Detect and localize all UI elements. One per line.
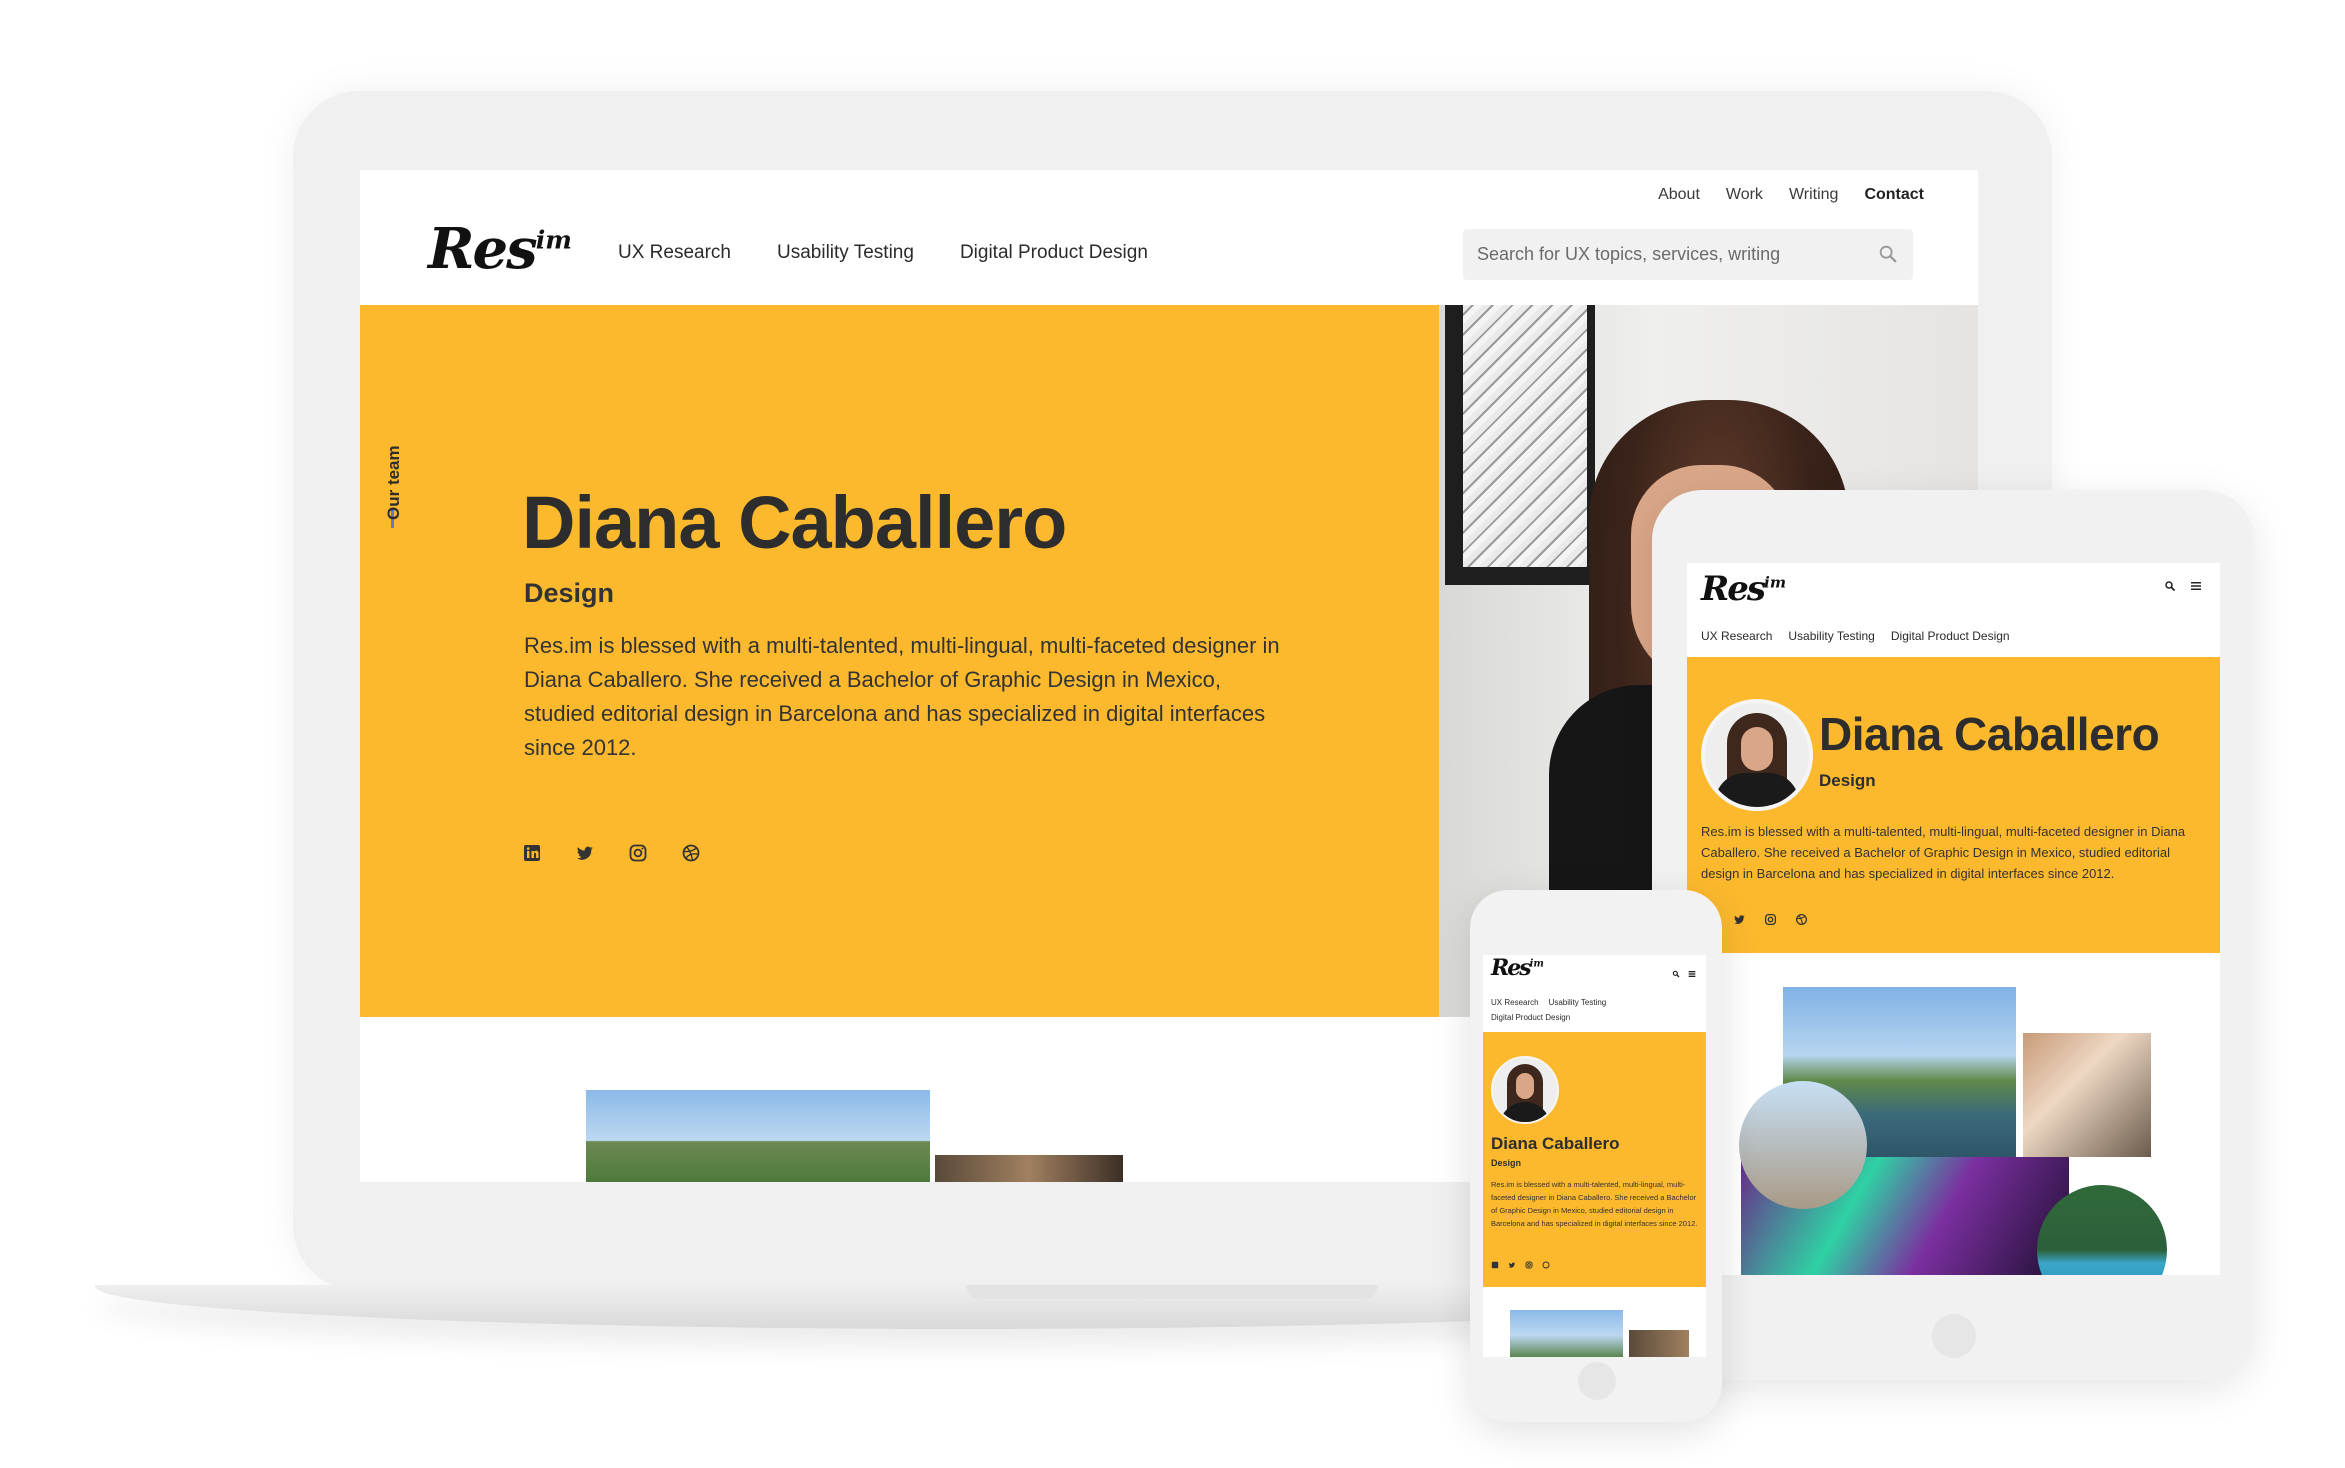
avatar [1491,1056,1559,1124]
twitter-icon[interactable] [1508,1261,1516,1269]
linkedin-icon[interactable] [522,843,542,863]
nav-ux-research[interactable]: UX Research [618,242,731,264]
utility-nav: About Work Writing Contact [1658,186,1924,204]
search-icon[interactable] [1877,243,1899,265]
profile-hero: Diana Caballero Design Res.im is blessed… [1483,1032,1706,1287]
phone-home-button [1578,1362,1616,1400]
profile-bio: Res.im is blessed with a multi-talented,… [1491,1180,1698,1228]
social-links [1733,913,1808,926]
nav-work-link[interactable]: Work [1726,186,1763,204]
site-logo[interactable]: Resim [1491,955,1544,981]
nav-digital-product-design[interactable]: Digital Product Design [1891,629,2010,643]
profile-hero: Diana Caballero Design Res.im is blessed… [1687,657,2220,953]
social-links [1491,1261,1550,1269]
nav-digital-product-design[interactable]: Digital Product Design [1491,1010,1570,1025]
nav-usability-testing[interactable]: Usability Testing [777,242,914,264]
nav-contact-link[interactable]: Contact [1864,186,1924,204]
mobile-header-icons [2164,579,2202,592]
dribbble-icon[interactable] [681,843,701,863]
main-nav: UX Research Usability Testing Digital Pr… [1701,629,2010,643]
profile-bio: Res.im is blessed with a multi-talented,… [524,633,1280,760]
search-input[interactable] [1463,229,1867,280]
phone-screen: Resim UX Research Usability Testing Digi… [1483,955,1706,1357]
profile-name: Diana Caballero [522,481,1067,564]
nav-ux-research[interactable]: UX Research [1491,995,1539,1010]
search-bar [1463,229,1913,280]
profile-role: Design [524,578,615,608]
gallery-image [2023,1033,2151,1157]
profile-bio: Res.im is blessed with a multi-talented,… [1701,824,2186,881]
profile-name: Diana Caballero [1819,708,2160,760]
site-header: About Work Writing Contact Resim UX Rese… [360,170,1978,305]
social-links [522,843,701,863]
menu-icon[interactable] [1688,965,1696,977]
gallery-image [1510,1310,1623,1357]
profile-hero: Our team Diana Caballero Design Res.im i… [360,305,1439,1017]
main-nav: UX Research Usability Testing Digital Pr… [1491,995,1606,1025]
gallery-image [1629,1330,1689,1357]
search-icon[interactable] [1672,965,1680,978]
wall-art [1445,305,1595,585]
dribbble-icon[interactable] [1795,913,1808,926]
instagram-icon[interactable] [628,843,648,863]
section-label: Our team [382,380,412,600]
instagram-icon[interactable] [1525,1261,1533,1269]
linkedin-icon[interactable] [1491,1261,1499,1269]
nav-usability-testing[interactable]: Usability Testing [1549,995,1607,1010]
twitter-icon[interactable] [1733,913,1746,926]
instagram-icon[interactable] [1764,913,1777,926]
twitter-icon[interactable] [575,843,595,863]
profile-role: Design [1491,1158,1522,1168]
profile-name: Diana Caballero [1491,1134,1620,1153]
tablet-home-button [1932,1314,1976,1358]
gallery-image [935,1155,1123,1182]
search-icon[interactable] [2164,579,2176,592]
mobile-header-icons [1672,965,1696,978]
dribbble-icon[interactable] [1542,1261,1550,1269]
main-nav: UX Research Usability Testing Digital Pr… [618,242,1148,264]
gallery-image [586,1090,930,1182]
nav-ux-research[interactable]: UX Research [1701,629,1772,643]
nav-usability-testing[interactable]: Usability Testing [1788,629,1874,643]
nav-about-link[interactable]: About [1658,186,1700,204]
menu-icon[interactable] [2190,579,2202,591]
gallery-image [1739,1081,1867,1209]
site-logo[interactable]: Resim [1701,569,1786,609]
avatar [1701,699,1813,811]
laptop-notch [966,1285,1378,1299]
nav-digital-product-design[interactable]: Digital Product Design [960,242,1148,264]
section-label-text: Our team [384,445,403,520]
tablet-screen: Resim UX Research Usability Testing Digi… [1687,563,2220,1275]
profile-role: Design [1819,771,1876,790]
nav-writing-link[interactable]: Writing [1789,186,1839,204]
site-logo[interactable]: Resim [428,216,572,282]
